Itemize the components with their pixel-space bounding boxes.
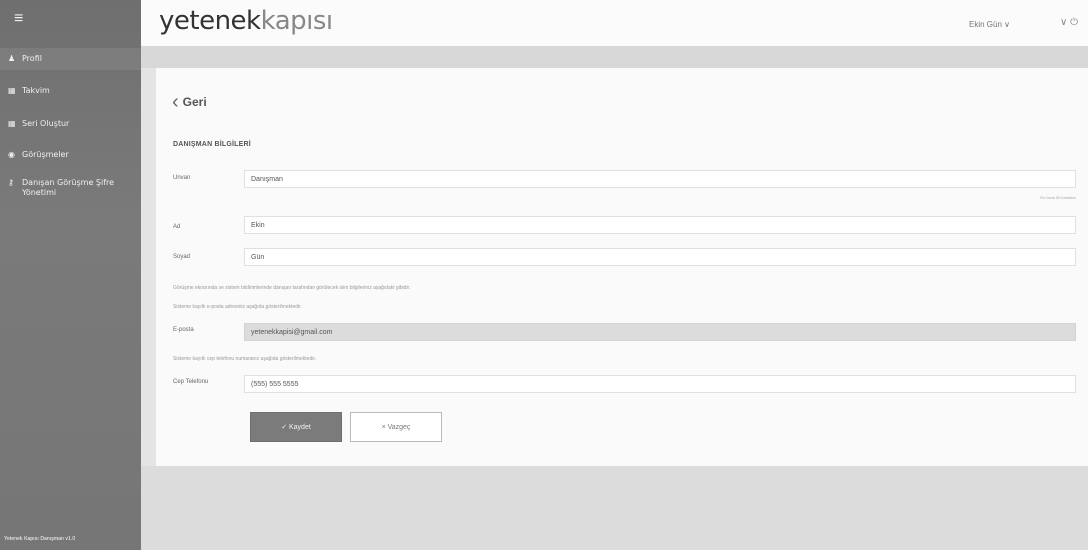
hamburger-icon[interactable]: ≡: [14, 10, 32, 28]
sidebar-item-label: Danışan Görüşme Şifre Yönetimi: [22, 178, 115, 197]
first-name-label: Ad: [173, 224, 181, 230]
first-name-field[interactable]: Ekin: [244, 216, 1076, 234]
sidebar-item-calendar[interactable]: ▦ Takvim: [0, 86, 141, 96]
sidebar: ≡ ♟ Profil ▦ Takvim ▦ Seri Oluştur ◉ Gör…: [0, 0, 141, 550]
title-value: Danışman: [251, 175, 283, 183]
sidebar-item-meetings[interactable]: ◉ Görüşmeler: [0, 150, 141, 160]
back-label: Geri: [182, 95, 207, 109]
hint-email-info: Sisteme kayıtlı e-posta adresiniz aşağıd…: [173, 304, 302, 310]
calendar-icon: ▦: [8, 119, 16, 128]
user-icon: ♟: [8, 54, 16, 63]
logo-part-2: kapısı: [260, 6, 334, 36]
sidebar-item-profile[interactable]: ♟ Profil: [0, 54, 141, 64]
phone-field[interactable]: (555) 555 5555: [244, 375, 1076, 393]
hint-phone-info: Sisteme kayıtlı cep telefonu numaranız a…: [173, 356, 317, 362]
eye-icon: ◉: [8, 150, 15, 159]
power-icon[interactable]: ∨ ⏻: [1060, 17, 1078, 28]
calendar-icon: ▦: [8, 86, 16, 95]
section-title: DANIŞMAN BİLGİLERİ: [173, 141, 251, 148]
phone-value: (555) 555 5555: [251, 380, 299, 388]
page-footer-area: [141, 466, 1088, 550]
title-label: Unvan: [173, 175, 191, 181]
logo[interactable]: yetenekkapısı: [159, 6, 333, 36]
email-value: yetenekkapisi@gmail.com: [251, 328, 333, 336]
back-button[interactable]: ‹ Geri: [172, 92, 207, 112]
phone-label: Cep Telefonu: [173, 379, 209, 385]
consultant-form-card: ‹ Geri DANIŞMAN BİLGİLERİ Unvan Danışman…: [156, 68, 1088, 466]
last-name-label: Soyad: [173, 254, 191, 260]
first-name-value: Ekin: [251, 221, 265, 229]
char-limit-note: En fazla 50 karakter: [1040, 195, 1076, 200]
key-icon: ⚷: [8, 178, 14, 187]
chevron-left-icon: ‹: [172, 91, 179, 113]
sidebar-item-password-management[interactable]: ⚷ Danışan Görüşme Şifre Yönetimi: [0, 178, 141, 198]
sidebar-item-label: Profil: [22, 54, 42, 63]
sidebar-item-create-series[interactable]: ▦ Seri Oluştur: [0, 119, 141, 129]
sidebar-footer: Yetenek Kapısı Danışman v1.0: [4, 536, 76, 542]
sidebar-item-label: Takvim: [22, 86, 50, 95]
email-field: yetenekkapisi@gmail.com: [244, 323, 1076, 341]
cancel-button[interactable]: × Vazgeç: [350, 412, 442, 442]
email-label: E-posta: [173, 327, 194, 333]
topbar: yetenekkapısı Ekin Gün ∨ ∨ ⏻: [141, 0, 1088, 46]
save-button[interactable]: ✓ Kaydet: [250, 412, 342, 442]
last-name-value: Gün: [251, 253, 265, 261]
logo-part-1: yetenek: [159, 6, 261, 36]
hint-name-info: Görüşme ekranında ve sistem bildirimleri…: [173, 285, 411, 291]
last-name-field[interactable]: Gün: [244, 248, 1076, 266]
sidebar-item-label: Görüşmeler: [22, 150, 69, 159]
header-band: [141, 46, 1088, 68]
title-field[interactable]: Danışman: [244, 170, 1076, 188]
user-menu[interactable]: Ekin Gün ∨: [969, 20, 1010, 29]
sidebar-item-label: Seri Oluştur: [22, 119, 70, 128]
